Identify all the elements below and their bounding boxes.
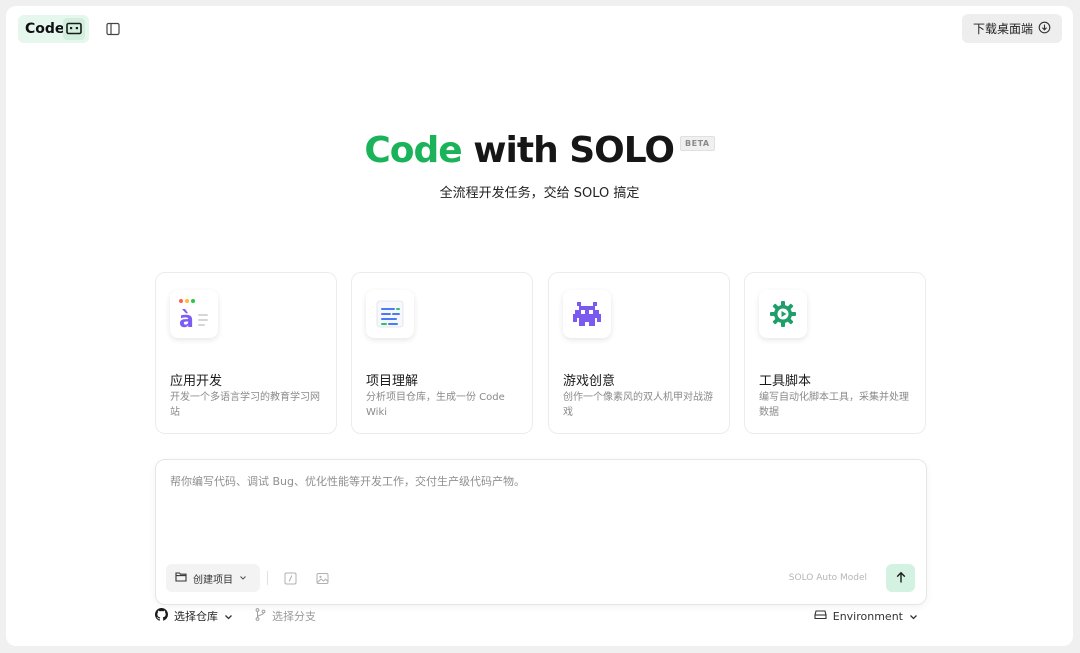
repo-branch-row: 选择仓库 选择分支 bbox=[155, 608, 316, 624]
card-app-dev[interactable]: à 应用开发 开发一个多语言学习的教育学习网站 bbox=[155, 272, 337, 434]
server-icon bbox=[814, 609, 827, 623]
create-project-button[interactable]: 创建项目 bbox=[166, 564, 260, 592]
project-doc-icon bbox=[366, 290, 414, 338]
app-dev-icon: à bbox=[170, 290, 218, 338]
hero-title-code: Code bbox=[364, 130, 462, 171]
github-icon bbox=[155, 608, 168, 624]
chevron-down-icon bbox=[224, 610, 233, 623]
create-project-label: 创建项目 bbox=[193, 574, 233, 586]
select-branch-button[interactable]: 选择分支 bbox=[255, 608, 316, 624]
card-description: 创作一个像素风的双人机甲对战游戏 bbox=[563, 392, 713, 418]
svg-text:à: à bbox=[179, 308, 194, 331]
card-title: 游戏创意 bbox=[563, 374, 616, 389]
hero-title-rest: with SOLO bbox=[473, 130, 675, 171]
environment-label: Environment bbox=[832, 609, 903, 623]
terminal-icon[interactable] bbox=[63, 18, 85, 40]
card-game-idea[interactable]: 游戏创意 创作一个像素风的双人机甲对战游戏 bbox=[548, 272, 730, 434]
send-button[interactable] bbox=[886, 564, 915, 592]
download-desktop-button[interactable]: 下载桌面端 bbox=[962, 14, 1062, 43]
app-window: Code 下载桌面端 Code with SOLO BETA 全流程开发任务，交… bbox=[6, 6, 1073, 646]
prompt-input[interactable]: 帮你编写代码、调试 Bug、优化性能等开发工作，交付生产级代码产物。 bbox=[170, 473, 525, 489]
folder-icon bbox=[175, 571, 187, 585]
slash-command-icon[interactable] bbox=[282, 570, 298, 586]
select-repo-button[interactable]: 选择仓库 bbox=[155, 608, 233, 624]
suggestion-cards: à 应用开发 开发一个多语言学习的教育学习网站 项目理解 分析项目仓库，生成一份… bbox=[155, 272, 927, 434]
environment-selector[interactable]: Environment bbox=[814, 609, 918, 623]
card-project-understanding[interactable]: 项目理解 分析项目仓库，生成一份 Code Wiki bbox=[351, 272, 533, 434]
gear-play-icon bbox=[759, 290, 807, 338]
beta-badge: BETA bbox=[680, 136, 715, 151]
image-upload-icon[interactable] bbox=[314, 570, 330, 586]
mode-switch[interactable]: Code bbox=[18, 15, 89, 43]
git-branch-icon bbox=[255, 608, 266, 624]
card-description: 分析项目仓库，生成一份 Code Wiki bbox=[366, 392, 505, 418]
download-icon bbox=[1038, 21, 1051, 37]
select-branch-label: 选择分支 bbox=[272, 610, 316, 623]
download-label: 下载桌面端 bbox=[972, 22, 1033, 36]
card-description: 编写自动化脚本工具，采集并处理数据 bbox=[759, 392, 909, 418]
hero-title: Code with SOLO BETA bbox=[6, 130, 1073, 171]
chevron-down-icon bbox=[239, 573, 247, 584]
card-title: 项目理解 bbox=[366, 374, 419, 389]
toolbar-divider bbox=[267, 571, 268, 585]
card-title: 应用开发 bbox=[170, 374, 223, 389]
pixel-game-icon bbox=[563, 290, 611, 338]
sidebar-toggle-icon[interactable] bbox=[104, 20, 122, 38]
card-title: 工具脚本 bbox=[759, 374, 812, 389]
chevron-down-icon bbox=[909, 610, 918, 623]
arrow-up-icon bbox=[895, 569, 907, 588]
prompt-composer[interactable]: 帮你编写代码、调试 Bug、优化性能等开发工作，交付生产级代码产物。 创建项目 bbox=[155, 459, 927, 605]
card-tool-script[interactable]: 工具脚本 编写自动化脚本工具，采集并处理数据 bbox=[744, 272, 926, 434]
mode-label: Code bbox=[25, 21, 65, 37]
card-description: 开发一个多语言学习的教育学习网站 bbox=[170, 392, 320, 418]
model-selector[interactable]: SOLO Auto Model bbox=[789, 573, 867, 583]
hero-subtitle: 全流程开发任务，交给 SOLO 搞定 bbox=[439, 186, 640, 201]
select-repo-label: 选择仓库 bbox=[174, 610, 218, 623]
